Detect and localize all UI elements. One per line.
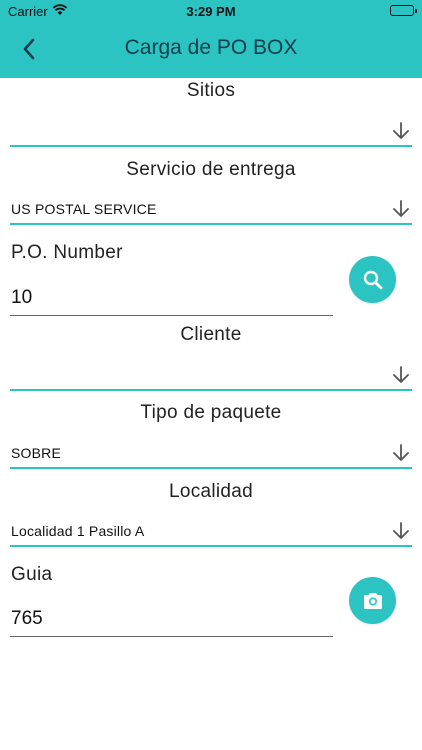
cliente-select[interactable]: [10, 361, 412, 391]
arrow-down-icon: [393, 522, 409, 539]
status-bar: Carrier 3:29 PM: [0, 0, 422, 22]
servicio-select[interactable]: US POSTAL SERVICE: [10, 195, 412, 225]
cliente-label: Cliente: [180, 324, 242, 345]
servicio-value: US POSTAL SERVICE: [11, 201, 157, 217]
camera-icon: [363, 592, 382, 609]
sitios-select[interactable]: [10, 117, 412, 147]
arrow-down-icon: [393, 200, 409, 217]
po-number-input[interactable]: [10, 280, 333, 316]
localidad-select[interactable]: Localidad 1 Pasillo A: [10, 517, 412, 547]
search-icon: [363, 270, 382, 289]
arrow-down-icon: [393, 366, 409, 383]
localidad-label: Localidad: [168, 481, 254, 502]
servicio-label: Servicio de entrega: [126, 159, 296, 180]
sitios-label: Sitios: [186, 80, 236, 101]
arrow-down-icon: [393, 444, 409, 461]
arrow-down-icon: [393, 122, 409, 139]
search-button[interactable]: [349, 256, 396, 303]
tipo-paquete-label: Tipo de paquete: [140, 402, 282, 423]
tipo-paquete-select[interactable]: SOBRE: [10, 439, 412, 469]
localidad-value: Localidad 1 Pasillo A: [11, 523, 145, 539]
tipo-paquete-value: SOBRE: [11, 445, 62, 461]
camera-button[interactable]: [349, 577, 396, 624]
guia-label: Guia: [11, 564, 53, 585]
po-number-label: P.O. Number: [11, 242, 123, 263]
guia-input[interactable]: [10, 601, 333, 637]
battery-icon: [390, 5, 417, 16]
page-title: Carga de PO BOX: [124, 36, 298, 59]
status-time: 3:29 PM: [186, 4, 236, 19]
